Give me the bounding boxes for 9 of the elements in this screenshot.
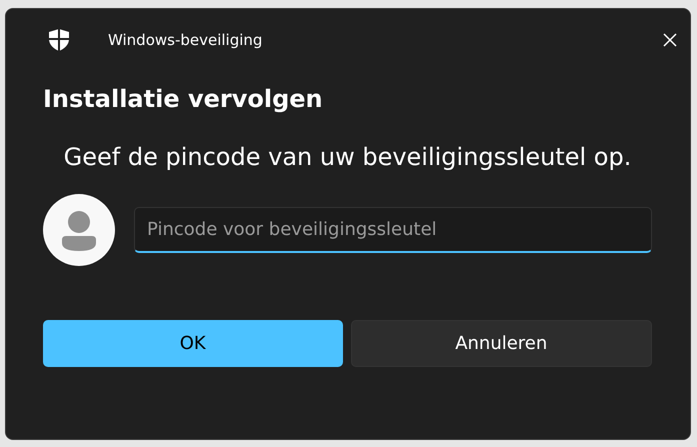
window-title: Windows-beveiliging bbox=[108, 31, 264, 49]
ok-button[interactable]: OK bbox=[43, 320, 342, 367]
dialog-heading: Installatie vervolgen bbox=[43, 85, 324, 113]
close-icon bbox=[663, 33, 677, 47]
user-avatar-icon bbox=[43, 194, 115, 266]
instruction-text: Geef de pincode van uw beveiligingssleutel op. bbox=[62, 142, 632, 173]
shield-icon bbox=[47, 28, 71, 52]
pin-input-field[interactable]: Pincode voor beveiligingssleutel bbox=[134, 207, 652, 253]
cancel-button[interactable]: Annuleren bbox=[350, 320, 652, 367]
